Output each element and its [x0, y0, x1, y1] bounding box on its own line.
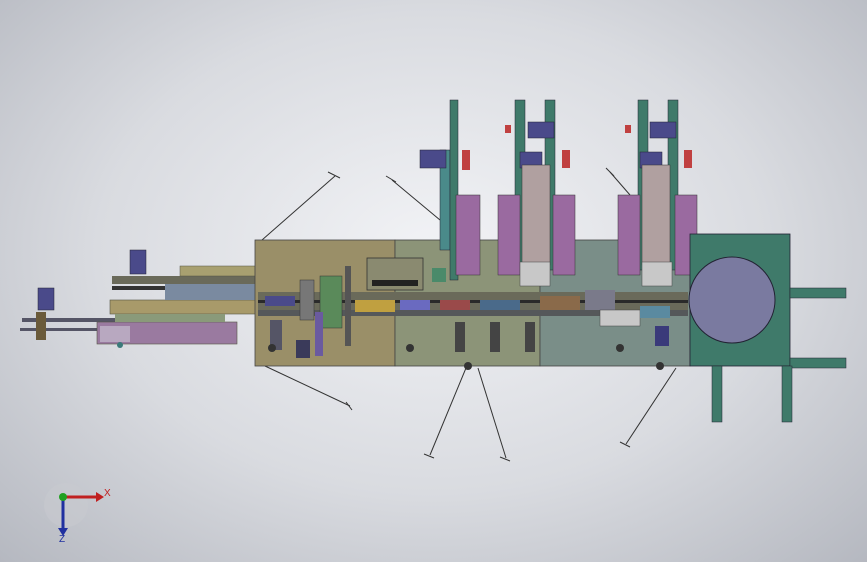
triad-shadow [44, 483, 88, 527]
rotary-table [688, 233, 847, 423]
triad-z-label: Z [59, 534, 65, 545]
triad-x-label: X [104, 488, 111, 499]
left-feeder-arm [20, 249, 271, 348]
cad-3d-viewport[interactable]: X Z [0, 0, 867, 562]
vertical-feeder-towers [419, 99, 698, 287]
orientation-triad[interactable]: X Z [44, 483, 111, 545]
triad-x-arrow [96, 492, 104, 502]
machine-assembly-model[interactable] [20, 99, 847, 462]
triad-y-axis [59, 493, 67, 501]
